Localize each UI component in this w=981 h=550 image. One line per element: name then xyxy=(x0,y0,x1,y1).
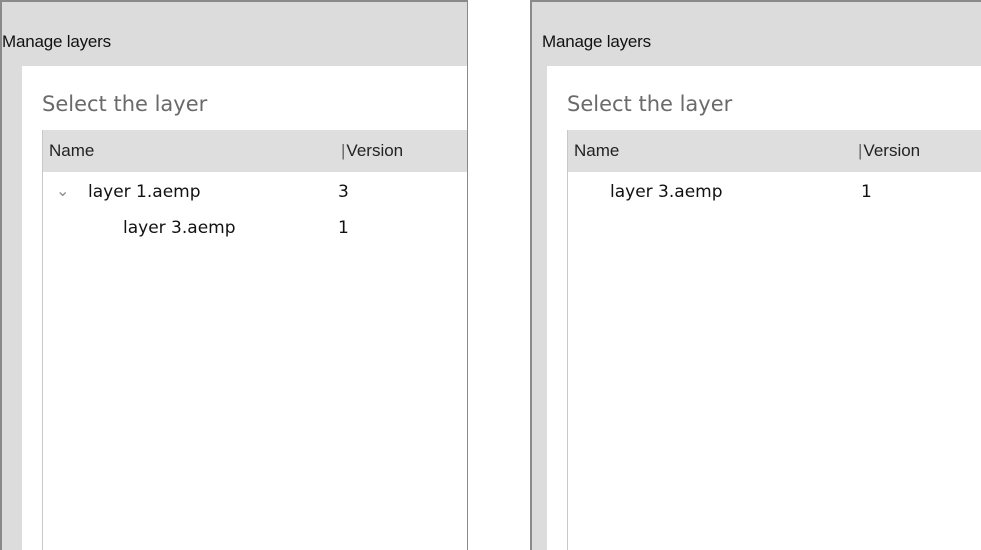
section-label: Select the layer xyxy=(42,92,208,116)
column-header-name[interactable]: Name xyxy=(574,141,619,161)
tree-row[interactable]: layer 3.aemp 1 xyxy=(568,178,981,214)
tree-row[interactable]: ⌄ layer 1.aemp 3 xyxy=(43,178,467,214)
tree-row[interactable]: layer 3.aemp 1 xyxy=(43,214,467,250)
column-header-version-label: Version xyxy=(863,141,921,160)
section-label: Select the layer xyxy=(567,92,733,116)
chevron-down-icon[interactable]: ⌄ xyxy=(56,181,69,200)
list-header: Name |Version xyxy=(568,130,981,172)
column-header-version[interactable]: |Version xyxy=(858,141,920,161)
layer-name: layer 3.aemp xyxy=(610,182,723,202)
layer-version: 1 xyxy=(861,182,872,202)
dialog-title: Manage layers xyxy=(2,32,111,51)
layer-name: layer 3.aemp xyxy=(123,218,236,238)
dialog-content-panel: Select the layer Name |Version layer 3.a… xyxy=(547,66,981,550)
manage-layers-dialog-right: Manage layers Select the layer Name |Ver… xyxy=(530,0,981,550)
column-header-version-label: Version xyxy=(346,141,404,160)
column-header-version[interactable]: |Version xyxy=(341,141,403,161)
dialog-content-panel: Select the layer Name |Version ⌄ layer 1… xyxy=(22,66,467,550)
manage-layers-dialog-left: Manage layers Select the layer Name |Ver… xyxy=(0,0,468,550)
column-separator[interactable]: | xyxy=(341,141,345,160)
list-header: Name |Version xyxy=(43,130,467,172)
layer-tree-list[interactable]: Name |Version layer 3.aemp 1 xyxy=(567,130,981,550)
layer-version: 1 xyxy=(338,218,349,238)
layer-tree-list[interactable]: Name |Version ⌄ layer 1.aemp 3 layer 3.a… xyxy=(42,130,467,550)
column-header-name[interactable]: Name xyxy=(49,141,94,161)
column-separator[interactable]: | xyxy=(858,141,862,160)
layer-version: 3 xyxy=(338,182,349,202)
layer-name: layer 1.aemp xyxy=(88,182,201,202)
dialog-title: Manage layers xyxy=(542,32,651,51)
